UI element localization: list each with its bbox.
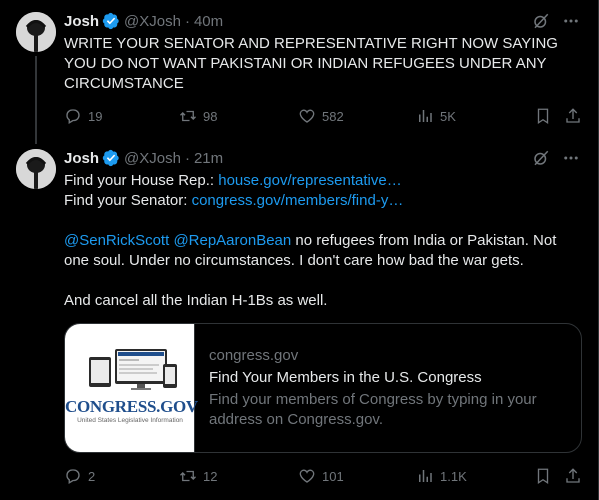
retweet-count: 12 xyxy=(203,468,218,484)
card-domain: congress.gov xyxy=(209,347,299,364)
timestamp[interactable]: 40m xyxy=(194,13,223,30)
tweet-header-actions xyxy=(532,149,580,172)
retweet-count: 98 xyxy=(203,108,218,124)
tweet-header: Josh @XJosh · 40m xyxy=(64,11,223,31)
senator-label: Find your Senator: xyxy=(64,192,192,209)
share-icon xyxy=(566,468,580,483)
tweet-actions: 2 12 101 1.1K xyxy=(64,466,582,486)
user-handle[interactable]: @XJosh xyxy=(124,150,181,167)
congress-logo-subtext: United States Legislative Information xyxy=(77,417,183,424)
retweet-button[interactable]: 12 xyxy=(179,467,217,485)
views-count: 1.1K xyxy=(440,468,467,484)
separator-dot: · xyxy=(184,12,190,30)
like-count: 101 xyxy=(322,468,344,484)
tweet-header: Josh @XJosh · 21m xyxy=(64,148,223,168)
timestamp[interactable]: 21m xyxy=(194,150,223,167)
bookmark-button[interactable] xyxy=(534,107,552,125)
views-icon xyxy=(419,110,432,122)
display-name[interactable]: Josh xyxy=(64,13,99,30)
retweet-icon xyxy=(180,110,196,122)
card-title: Find Your Members in the U.S. Congress xyxy=(209,369,482,386)
more-icon[interactable] xyxy=(562,12,580,35)
views-icon xyxy=(419,470,432,482)
link-preview-card[interactable]: CONGRESS.GOV United States Legislative I… xyxy=(64,323,582,453)
tweet-header-actions xyxy=(532,12,580,35)
more-icon[interactable] xyxy=(562,149,580,172)
reply-icon xyxy=(66,469,80,484)
views-button[interactable]: 5K xyxy=(416,107,456,125)
retweet-button[interactable]: 98 xyxy=(179,107,217,125)
avatar[interactable] xyxy=(16,149,56,189)
like-icon xyxy=(299,109,315,123)
house-rep-line: Find your House Rep.: house.gov/represen… xyxy=(64,171,574,191)
mentions-paragraph: @SenRickScott @RepAaronBean no refugees … xyxy=(64,231,574,271)
card-thumbnail: CONGRESS.GOV United States Legislative I… xyxy=(65,324,198,452)
like-button[interactable]: 101 xyxy=(298,467,344,485)
views-button[interactable]: 1.1K xyxy=(416,467,467,485)
senator-link[interactable]: congress.gov/members/find-y… xyxy=(192,192,404,209)
closing-text: And cancel all the Indian H-1Bs as well. xyxy=(64,292,328,309)
tweet-1[interactable]: Josh @XJosh · 40m WRITE YOUR SENATOR AND… xyxy=(0,0,598,144)
senator-line: Find your Senator: congress.gov/members/… xyxy=(64,191,574,211)
verified-badge-icon xyxy=(102,149,120,167)
tweet-text: WRITE YOUR SENATOR AND REPRESENTATIVE RI… xyxy=(64,35,558,92)
house-rep-link[interactable]: house.gov/representative… xyxy=(218,172,401,189)
bookmark-button[interactable] xyxy=(534,467,552,485)
reply-button[interactable]: 19 xyxy=(64,107,102,125)
share-button[interactable] xyxy=(564,107,582,125)
tweet-actions: 19 98 582 5K xyxy=(64,106,582,126)
like-count: 582 xyxy=(322,108,344,124)
reply-icon xyxy=(66,109,80,124)
reply-button[interactable]: 2 xyxy=(64,467,95,485)
reply-count: 2 xyxy=(88,468,96,484)
grok-icon[interactable] xyxy=(532,12,550,35)
card-content: congress.gov Find Your Members in the U.… xyxy=(195,324,581,452)
timeline: Josh @XJosh · 40m WRITE YOUR SENATOR AND… xyxy=(0,0,599,500)
share-button[interactable] xyxy=(564,467,582,485)
avatar[interactable] xyxy=(16,12,56,52)
like-icon xyxy=(299,469,315,483)
congress-logo-text: CONGRESS.GOV xyxy=(65,397,198,416)
tweet-text: Find your House Rep.: house.gov/represen… xyxy=(64,171,574,311)
grok-icon[interactable] xyxy=(532,149,550,172)
verified-badge-icon xyxy=(102,12,120,30)
retweet-icon xyxy=(180,470,196,482)
card-description: Find your members of Congress by typing … xyxy=(209,391,537,428)
mention-link[interactable]: @SenRickScott xyxy=(64,232,169,249)
congress-devices-graphic xyxy=(89,349,177,390)
user-handle[interactable]: @XJosh xyxy=(124,13,181,30)
separator-dot: · xyxy=(184,149,190,167)
like-button[interactable]: 582 xyxy=(298,107,344,125)
display-name[interactable]: Josh xyxy=(64,150,99,167)
house-rep-label: Find your House Rep.: xyxy=(64,172,219,189)
bookmark-icon xyxy=(537,468,549,485)
bookmark-icon xyxy=(537,108,549,125)
reply-count: 19 xyxy=(88,108,103,124)
thread-connector xyxy=(35,56,37,144)
views-count: 5K xyxy=(440,108,456,124)
share-icon xyxy=(566,108,580,123)
mention-link[interactable]: @RepAaronBean xyxy=(173,232,291,249)
